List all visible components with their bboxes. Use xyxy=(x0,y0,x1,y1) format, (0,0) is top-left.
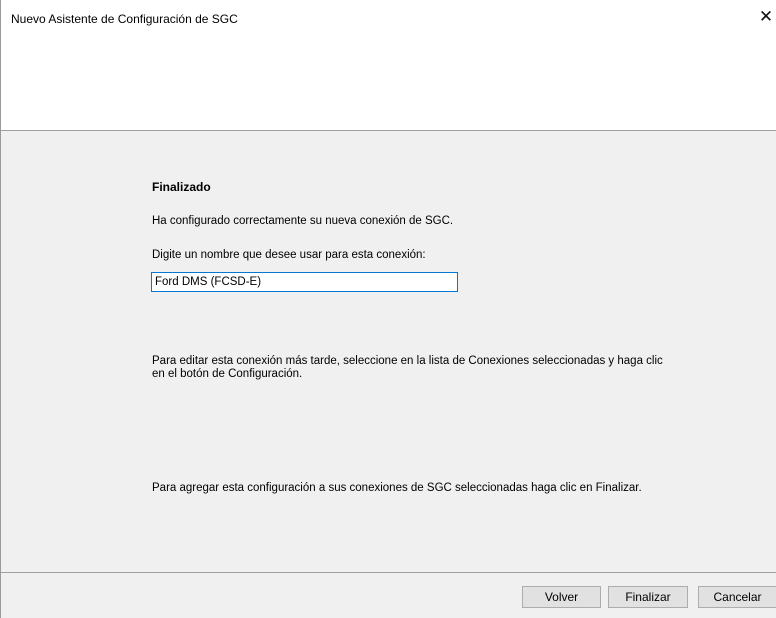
back-button[interactable]: Volver xyxy=(522,586,601,608)
finish-hint-text: Para agregar esta configuración a sus co… xyxy=(152,482,642,494)
window-title: Nuevo Asistente de Configuración de SGC xyxy=(11,12,238,26)
wizard-footer: Volver Finalizar Cancelar xyxy=(1,573,776,618)
finish-button[interactable]: Finalizar xyxy=(608,586,688,608)
page-heading: Finalizado xyxy=(152,180,211,194)
wizard-header: Nuevo Asistente de Configuración de SGC … xyxy=(1,0,776,130)
cancel-button[interactable]: Cancelar xyxy=(698,586,776,608)
wizard-window: Nuevo Asistente de Configuración de SGC … xyxy=(0,0,776,618)
wizard-content: Finalizado Ha configurado correctamente … xyxy=(1,131,776,572)
success-message: Ha configurado correctamente su nueva co… xyxy=(152,215,454,227)
name-prompt-label: Digite un nombre que desee usar para est… xyxy=(152,249,426,261)
close-icon[interactable]: ✕ xyxy=(755,4,776,30)
edit-hint-text: Para editar esta conexión más tarde, sel… xyxy=(152,355,663,380)
connection-name-input[interactable] xyxy=(151,272,458,292)
